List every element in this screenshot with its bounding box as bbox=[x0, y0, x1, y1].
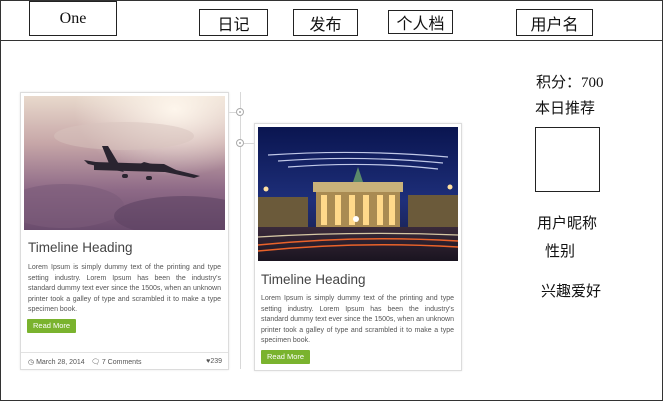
airplane-image bbox=[24, 96, 225, 230]
nav-username[interactable]: 用户名 bbox=[516, 9, 593, 36]
daily-recommend-label: 本日推荐 bbox=[535, 101, 596, 117]
timeline-node-icon bbox=[236, 139, 244, 147]
nav-publish[interactable]: 发布 bbox=[293, 9, 358, 36]
read-more-button[interactable]: Read More bbox=[261, 350, 311, 364]
city-night-image bbox=[258, 127, 458, 261]
post-body: Lorem Ipsum is simply dummy text of the … bbox=[28, 264, 221, 314]
header-divider bbox=[0, 40, 663, 41]
post-footer: ◷ March 28, 2014 🗨 7 Comments ♥239 bbox=[21, 352, 228, 370]
timeline-node-icon bbox=[236, 108, 244, 116]
nav-diary[interactable]: 日记 bbox=[199, 9, 268, 36]
timeline-connector bbox=[244, 143, 254, 144]
post-comments[interactable]: 🗨 7 Comments bbox=[91, 358, 142, 366]
user-nickname: 用户昵称 bbox=[537, 216, 598, 232]
user-gender: 性别 bbox=[545, 244, 576, 260]
timeline-line bbox=[240, 92, 241, 369]
timeline-post: Timeline Heading Lorem Ipsum is simply d… bbox=[20, 92, 229, 370]
post-body: Lorem Ipsum is simply dummy text of the … bbox=[261, 295, 454, 345]
avatar[interactable] bbox=[535, 127, 600, 192]
post-date: ◷ March 28, 2014 bbox=[28, 359, 85, 366]
timeline-post: Timeline Heading Lorem Ipsum is simply d… bbox=[254, 123, 462, 371]
comments-icon: 🗨 bbox=[91, 359, 100, 366]
points-display: 积分：700 bbox=[536, 75, 604, 91]
post-heading: Timeline Heading bbox=[28, 240, 133, 255]
post-heading: Timeline Heading bbox=[261, 272, 366, 287]
clock-icon: ◷ bbox=[28, 359, 35, 366]
read-more-button[interactable]: Read More bbox=[27, 319, 77, 333]
user-hobbies: 兴趣爱好 bbox=[541, 284, 602, 300]
brand-button[interactable]: One bbox=[29, 1, 117, 36]
nav-profile[interactable]: 个人档 bbox=[388, 10, 453, 34]
post-likes[interactable]: ♥239 bbox=[206, 358, 222, 365]
